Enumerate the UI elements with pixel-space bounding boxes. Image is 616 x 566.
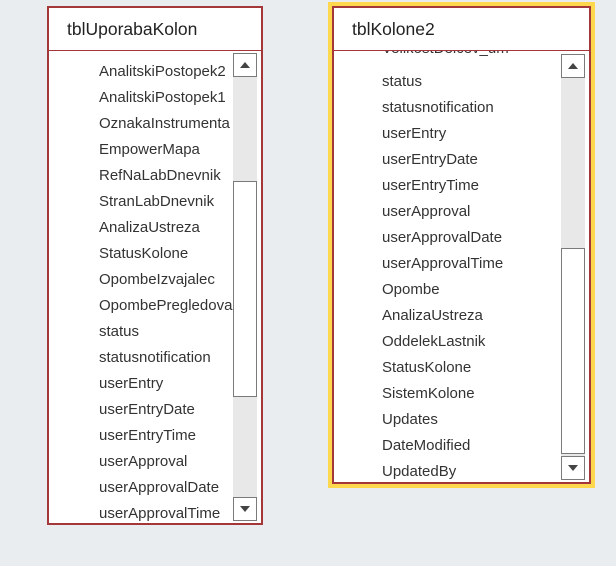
list-item[interactable]: userEntry xyxy=(99,371,235,397)
scroll-up-button[interactable] xyxy=(233,53,257,77)
scroll-up-button[interactable] xyxy=(561,54,585,78)
list-item[interactable]: StatusKolone xyxy=(99,241,235,267)
chevron-up-icon xyxy=(568,63,578,69)
field-list[interactable]: VelikostDelcev_um statusstatusnotificati… xyxy=(382,51,563,483)
list-item[interactable]: Opombe xyxy=(382,277,563,303)
list-item[interactable]: statusnotification xyxy=(382,95,563,121)
table-tblUporabaKolon[interactable]: tblUporabaKolon AnalitskiPostopek2 Analit… xyxy=(47,6,263,525)
chevron-up-icon xyxy=(240,62,250,68)
table-title[interactable]: tblKolone2 xyxy=(334,8,589,51)
list-item[interactable]: StatusKolone xyxy=(382,355,563,381)
vertical-scrollbar[interactable] xyxy=(233,53,257,521)
chevron-down-icon xyxy=(568,465,578,471)
list-item[interactable]: userApproval xyxy=(99,449,235,475)
list-item[interactable]: OpombePregledova xyxy=(99,293,235,319)
list-item[interactable]: OznakaInstrumenta xyxy=(99,111,235,137)
list-item[interactable]: userApprovalDate xyxy=(99,475,235,501)
list-item-partial[interactable]: VelikostDelcev_um xyxy=(382,51,563,62)
scroll-thumb[interactable] xyxy=(233,181,257,397)
scroll-thumb[interactable] xyxy=(561,248,585,454)
list-item[interactable]: OpombeIzvajalec xyxy=(99,267,235,293)
list-item[interactable]: UpdatedBy xyxy=(382,459,563,483)
field-list[interactable]: AnalitskiPostopek2 AnalitskiPostopek1 Ozna… xyxy=(99,51,235,523)
list-item[interactable]: RefNaLabDnevnik xyxy=(99,163,235,189)
list-item[interactable]: StranLabDnevnik xyxy=(99,189,235,215)
list-item[interactable]: DateModified xyxy=(382,433,563,459)
vertical-scrollbar[interactable] xyxy=(561,54,585,480)
scroll-down-button[interactable] xyxy=(561,456,585,480)
table-frame: tblKolone2 VelikostDelcev_um statusstatu… xyxy=(332,6,591,484)
list-item[interactable]: AnalizaUstreza xyxy=(99,215,235,241)
list-item[interactable]: SistemKolone xyxy=(382,381,563,407)
chevron-down-icon xyxy=(240,506,250,512)
list-item[interactable]: AnalitskiPostopek2 xyxy=(99,59,235,85)
list-item[interactable]: userApprovalTime xyxy=(382,251,563,277)
list-item[interactable]: userEntryTime xyxy=(99,423,235,449)
list-item[interactable]: userEntryTime xyxy=(382,173,563,199)
list-item[interactable]: Updates xyxy=(382,407,563,433)
scroll-down-button[interactable] xyxy=(233,497,257,521)
list-item[interactable]: OddelekLastnik xyxy=(382,329,563,355)
list-item[interactable]: userApprovalTime xyxy=(99,501,235,523)
list-item[interactable]: AnalitskiPostopek1 xyxy=(99,85,235,111)
list-item[interactable]: EmpowerMapa xyxy=(99,137,235,163)
list-item[interactable]: userEntry xyxy=(382,121,563,147)
table-tblKolone2[interactable]: tblKolone2 VelikostDelcev_um statusstatu… xyxy=(328,2,595,488)
list-item[interactable]: userEntryDate xyxy=(382,147,563,173)
table-title[interactable]: tblUporabaKolon xyxy=(49,8,261,51)
list-item[interactable]: status xyxy=(99,319,235,345)
list-item[interactable]: status xyxy=(382,69,563,95)
list-item[interactable]: AnalizaUstreza xyxy=(382,303,563,329)
list-item[interactable]: userEntryDate xyxy=(99,397,235,423)
list-item[interactable]: userApproval xyxy=(382,199,563,225)
list-item[interactable]: statusnotification xyxy=(99,345,235,371)
list-item[interactable]: userApprovalDate xyxy=(382,225,563,251)
